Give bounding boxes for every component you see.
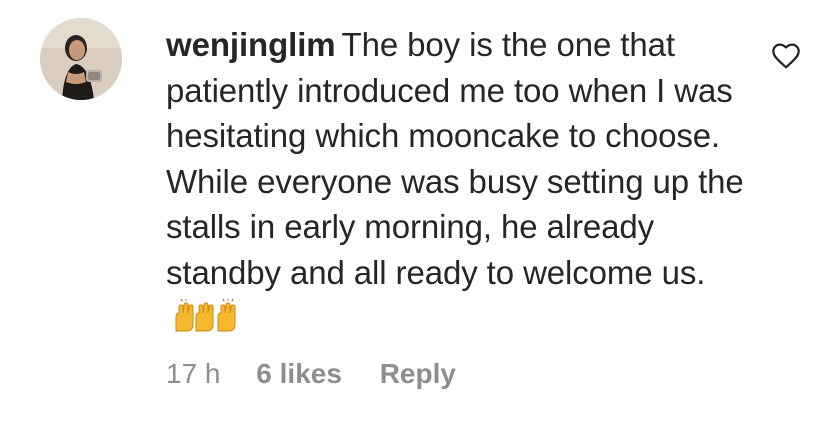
comment-username[interactable]: wenjinglim	[166, 26, 336, 63]
avatar[interactable]	[40, 18, 122, 100]
raising-hands-emoji-icon	[172, 297, 242, 345]
like-comment-button[interactable]	[770, 40, 802, 72]
comment-timestamp[interactable]: 17 h	[166, 356, 221, 392]
comment-item: wenjinglim The boy is the one that patien…	[0, 0, 836, 426]
comment-text: The boy is the one that patiently introd…	[166, 26, 744, 291]
comment-body: wenjinglim The boy is the one that patien…	[166, 22, 746, 345]
comment-likes-count[interactable]: 6 likes	[256, 356, 342, 392]
comment-meta: 17 h 6 likes Reply	[166, 356, 456, 392]
heart-outline-icon	[772, 43, 800, 69]
avatar-photo	[40, 18, 122, 100]
reply-button[interactable]: Reply	[380, 356, 456, 392]
